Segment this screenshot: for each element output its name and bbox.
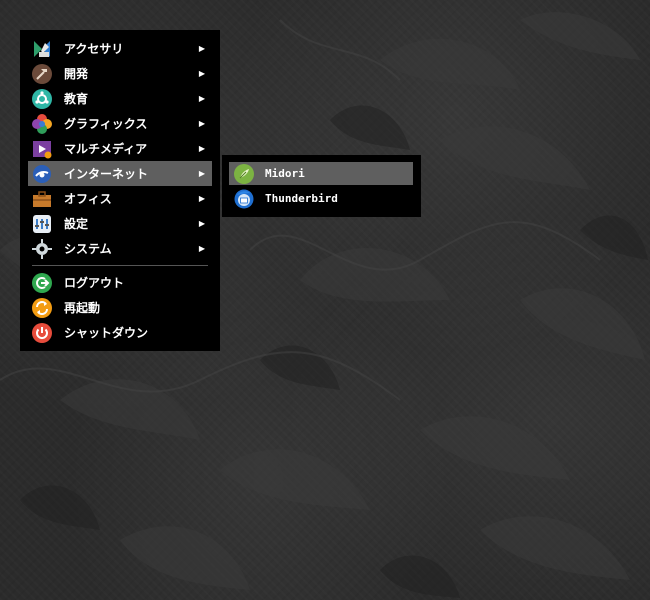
menu-item-restart[interactable]: 再起動 — [28, 295, 212, 320]
menu-item-label: 再起動 — [64, 301, 101, 315]
submenu-arrow-icon: ▶ — [198, 119, 205, 128]
submenu-arrow-icon: ▶ — [198, 219, 205, 228]
menu-item-accessories[interactable]: アクセサリ ▶ — [28, 36, 212, 61]
menu-item-label: マルチメディア — [64, 142, 148, 156]
submenu-item-label: Midori — [265, 167, 305, 180]
menu-item-graphics[interactable]: グラフィックス ▶ — [28, 111, 212, 136]
menu-separator — [32, 265, 208, 266]
restart-icon — [32, 297, 52, 318]
submenu-arrow-icon: ▶ — [198, 194, 205, 203]
submenu-arrow-icon: ▶ — [198, 144, 205, 153]
graphics-icon — [32, 113, 52, 134]
menu-item-education[interactable]: 教育 ▶ — [28, 86, 212, 111]
menu-item-settings[interactable]: 設定 ▶ — [28, 211, 212, 236]
menu-item-label: 教育 — [64, 92, 89, 106]
menu-item-label: 設定 — [64, 217, 89, 231]
internet-icon — [33, 164, 51, 183]
submenu-item-midori[interactable]: Midori — [229, 162, 413, 185]
menu-item-office[interactable]: オフィス ▶ — [28, 186, 212, 211]
shutdown-icon — [32, 322, 52, 343]
submenu-arrow-icon: ▶ — [198, 169, 205, 178]
system-icon — [32, 238, 52, 259]
menu-item-label: システム — [64, 242, 112, 256]
logout-icon — [32, 272, 52, 293]
menu-item-multimedia[interactable]: マルチメディア ▶ — [28, 136, 212, 161]
menu-item-internet[interactable]: インターネット ▶ — [28, 161, 212, 186]
submenu-item-thunderbird[interactable]: Thunderbird — [229, 187, 413, 210]
menu-item-label: アクセサリ — [64, 42, 124, 56]
application-menu: アクセサリ ▶ 開発 ▶ 教育 ▶ グラフィックス ▶ マルチメディア ▶ イン… — [20, 30, 220, 351]
accessories-icon — [34, 40, 50, 57]
submenu-arrow-icon: ▶ — [198, 44, 205, 53]
internet-submenu: Midori Thunderbird — [222, 155, 421, 217]
midori-icon — [234, 163, 254, 184]
menu-item-shutdown[interactable]: シャットダウン — [28, 320, 212, 345]
submenu-item-label: Thunderbird — [265, 192, 338, 205]
menu-item-system[interactable]: システム ▶ — [28, 236, 212, 261]
submenu-arrow-icon: ▶ — [198, 94, 205, 103]
development-icon — [32, 63, 52, 84]
menu-item-label: シャットダウン — [64, 326, 149, 340]
submenu-arrow-icon: ▶ — [198, 244, 205, 253]
thunderbird-icon — [234, 189, 254, 208]
menu-item-label: インターネット — [64, 167, 149, 181]
menu-item-label: オフィス — [64, 192, 112, 206]
menu-item-development[interactable]: 開発 ▶ — [28, 61, 212, 86]
menu-item-label: グラフィックス — [64, 117, 148, 131]
office-icon — [33, 190, 51, 207]
menu-item-label: 開発 — [64, 67, 89, 81]
menu-item-label: ログアウト — [64, 276, 125, 290]
menu-item-logout[interactable]: ログアウト — [28, 270, 212, 295]
submenu-arrow-icon: ▶ — [198, 69, 205, 78]
education-icon — [32, 88, 52, 109]
settings-icon — [33, 214, 51, 233]
multimedia-icon — [33, 140, 52, 158]
